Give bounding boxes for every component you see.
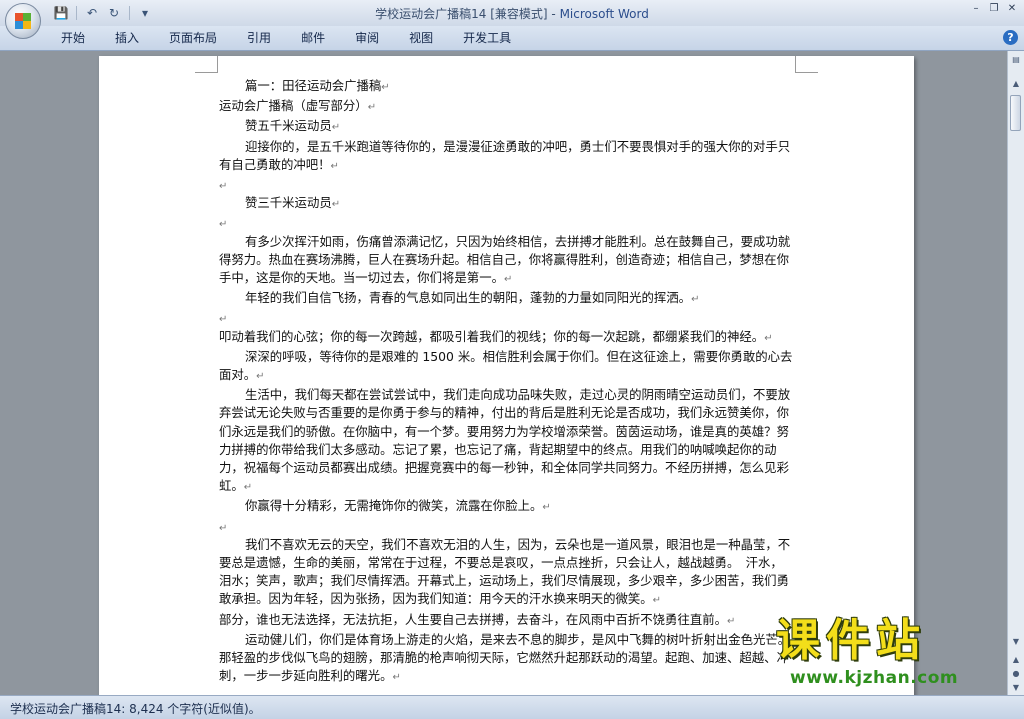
- document-paragraph: 深深的呼吸，等待你的是艰难的 1500 米。相信胜利会属于你们。但在这征途上，需…: [219, 348, 794, 386]
- document-paragraph: 赞五千米运动员↵: [219, 117, 794, 137]
- title-bar: 💾 ↶ ↻ ▾ 学校运动会广播稿14 [兼容模式] - Microsoft Wo…: [0, 0, 1024, 26]
- document-paragraph: 你赢得十分精彩，无需掩饰你的微笑，流露在你脸上。↵: [219, 497, 794, 517]
- ruler-toggle-icon[interactable]: ▤: [1009, 53, 1023, 67]
- ribbon-tab[interactable]: 插入: [100, 26, 154, 50]
- document-paragraph: 生活中，我们每天都在尝试尝试中，我们走向成功品味失败，走过心灵的阴雨晴空运动员们…: [219, 386, 794, 497]
- ribbon-tab[interactable]: 邮件: [286, 26, 340, 50]
- window-controls: – ❐ ✕: [968, 2, 1020, 16]
- paragraph-text: 叩动着我们的心弦；你的每一次跨越，都吸引着我们的视线；你的每一次起跳，都绷紧我们…: [219, 328, 765, 344]
- document-paragraph: 赞三千米运动员↵: [219, 194, 794, 214]
- paragraph-mark-icon: ↵: [219, 181, 228, 193]
- close-button[interactable]: ✕: [1004, 2, 1020, 16]
- paragraph-text: 篇一：田径运动会广播稿: [245, 78, 382, 93]
- scroll-up-icon[interactable]: ▲: [1009, 77, 1023, 91]
- paragraph-text: 部分，谁也无法选择，无法抗拒，人生要自己去拼搏，去奋斗，在风雨中百折不饶勇往直前…: [219, 611, 728, 627]
- minimize-button[interactable]: –: [968, 2, 984, 16]
- document-paragraph: 部分，谁也无法选择，无法抗拒，人生要自己去拼搏，去奋斗，在风雨中百折不饶勇往直前…: [219, 611, 794, 631]
- paragraph-mark-icon: ↵: [243, 482, 253, 494]
- paragraph-mark-icon: ↵: [367, 102, 377, 114]
- scrollbar-thumb[interactable]: [1010, 95, 1021, 131]
- document-paragraph: 年轻的我们自信飞扬，青春的气息如同出生的朝阳，蓬勃的力量如同阳光的挥洒。↵: [219, 289, 794, 309]
- status-bar: 学校运动会广播稿14: 8,424 个字符(近似值)。: [0, 695, 1024, 719]
- office-logo-icon: [15, 13, 31, 29]
- document-paragraph: ↵: [219, 176, 794, 194]
- document-name: 学校运动会广播稿14 [兼容模式]: [375, 7, 548, 21]
- paragraph-mark-icon: ↵: [219, 219, 228, 231]
- document-paragraph: 有多少次挥汗如雨，伤痛曾添满记忆，只因为始终相信，去拼搏才能胜利。总在鼓舞自己，…: [219, 233, 794, 290]
- paragraph-mark-icon: ↵: [652, 595, 662, 607]
- document-paragraph: 运动健儿们，你们是体育场上游走的火焰，是来去不息的脚步，是风中飞舞的树叶折射出金…: [219, 631, 794, 688]
- ribbon: 开始 插入 页面布局 引用 邮件 审阅 视图 开发工具 ?: [0, 26, 1024, 51]
- document-paragraph: 运动会广播稿（虚写部分）↵: [219, 97, 794, 117]
- watermark-logo: 课件站 www.kjzhan.com: [776, 616, 1016, 692]
- word-count-status[interactable]: 学校运动会广播稿14: 8,424 个字符(近似值)。: [10, 700, 261, 717]
- paragraph-mark-icon: ↵: [331, 122, 341, 134]
- document-paragraph: 我们不喜欢无云的天空，我们不喜欢无泪的人生，因为，云朵也是一道风景，眼泪也是一种…: [219, 536, 794, 611]
- document-page: 篇一：田径运动会广播稿↵ 运动会广播稿（虚写部分）↵ 赞五千米运动员↵ 迎接你的，是五…: [99, 56, 914, 695]
- document-paragraph: 篇一：田径运动会广播稿↵: [219, 77, 794, 97]
- paragraph-mark-icon: ↵: [542, 502, 551, 514]
- ribbon-tab[interactable]: 开发工具: [448, 26, 526, 50]
- document-paragraph: 叩动着我们的心弦；你的每一次跨越，都吸引着我们的视线；你的每一次起跳，都绷紧我们…: [219, 328, 794, 348]
- paragraph-text: 年轻的我们自信飞扬，青春的气息如同出生的朝阳，蓬勃的力量如同阳光的挥洒。: [245, 290, 692, 306]
- office-button[interactable]: [5, 3, 41, 39]
- document-paragraph: 迎接你的，是五千米跑道等待你的，是漫漫征途勇敢的冲吧，勇士们不要畏惧对手的强大你…: [219, 138, 794, 176]
- window-title: 学校运动会广播稿14 [兼容模式] - Microsoft Word: [0, 5, 1024, 22]
- paragraph-mark-icon: ↵: [381, 82, 390, 93]
- paragraph-text: 生活中，我们每天都在尝试尝试中，我们走向成功品味失败，走过心灵的阴雨晴空运动员们…: [219, 387, 791, 494]
- ribbon-tab[interactable]: 审阅: [340, 26, 394, 50]
- document-paragraph: ↵: [219, 518, 794, 536]
- document-area: 篇一：田径运动会广播稿↵ 运动会广播稿（虚写部分）↵ 赞五千米运动员↵ 迎接你的，是五…: [0, 51, 1008, 695]
- paragraph-mark-icon: ↵: [691, 294, 700, 306]
- paragraph-mark-icon: ↵: [330, 160, 339, 172]
- paragraph-text: 赞三千米运动员: [245, 195, 332, 211]
- ribbon-tab[interactable]: 视图: [394, 26, 448, 50]
- paragraph-mark-icon: ↵: [727, 615, 736, 627]
- ribbon-tab[interactable]: 引用: [232, 26, 286, 50]
- watermark-url: www.kjzhan.com: [790, 668, 959, 688]
- vertical-scrollbar[interactable]: ▤ ▲ ▼ ▲ ● ▼: [1007, 51, 1024, 695]
- app-name: Microsoft Word: [559, 7, 649, 21]
- paragraph-mark-icon: ↵: [331, 199, 341, 211]
- paragraph-text: 迎接你的，是五千米跑道等待你的，是漫漫征途勇敢的冲吧，勇士们不要畏惧对手的强大你…: [219, 138, 791, 172]
- document-body[interactable]: 篇一：田径运动会广播稿↵ 运动会广播稿（虚写部分）↵ 赞五千米运动员↵ 迎接你的，是五…: [219, 77, 794, 687]
- ribbon-tab[interactable]: 开始: [46, 26, 100, 50]
- help-icon[interactable]: ?: [1003, 30, 1018, 45]
- document-paragraph: ↵: [219, 214, 794, 232]
- paragraph-text: 我们不喜欢无云的天空，我们不喜欢无泪的人生，因为，云朵也是一道风景，眼泪也是一种…: [219, 536, 791, 607]
- crop-mark-right: [795, 56, 818, 73]
- paragraph-mark-icon: ↵: [503, 274, 513, 285]
- paragraph-mark-icon: ↵: [392, 672, 401, 684]
- paragraph-text: 运动健儿们，你们是体育场上游走的火焰，是来去不息的脚步，是风中飞舞的树叶折射出金…: [219, 631, 791, 684]
- restore-button[interactable]: ❐: [986, 2, 1002, 16]
- watermark-title: 课件站: [776, 615, 926, 666]
- crop-mark-left: [195, 56, 218, 73]
- paragraph-text: 深深的呼吸，等待你的是艰难的 1500 米。相信胜利会属于你们。但在这征途上，需…: [219, 348, 793, 382]
- paragraph-mark-icon: ↵: [219, 522, 228, 534]
- paragraph-text: 运动会广播稿（虚写部分）: [219, 98, 368, 114]
- document-paragraph: ↵: [219, 309, 794, 327]
- title-separator: -: [547, 7, 560, 21]
- paragraph-mark-icon: ↵: [764, 332, 773, 344]
- paragraph-mark-icon: ↵: [256, 371, 265, 382]
- paragraph-mark-icon: ↵: [219, 314, 228, 326]
- ribbon-tab[interactable]: 页面布局: [154, 26, 232, 50]
- paragraph-text: 你赢得十分精彩，无需掩饰你的微笑，流露在你脸上。: [245, 498, 543, 514]
- paragraph-text: 赞五千米运动员: [245, 118, 332, 134]
- ribbon-tabs: 开始 插入 页面布局 引用 邮件 审阅 视图 开发工具: [46, 26, 526, 50]
